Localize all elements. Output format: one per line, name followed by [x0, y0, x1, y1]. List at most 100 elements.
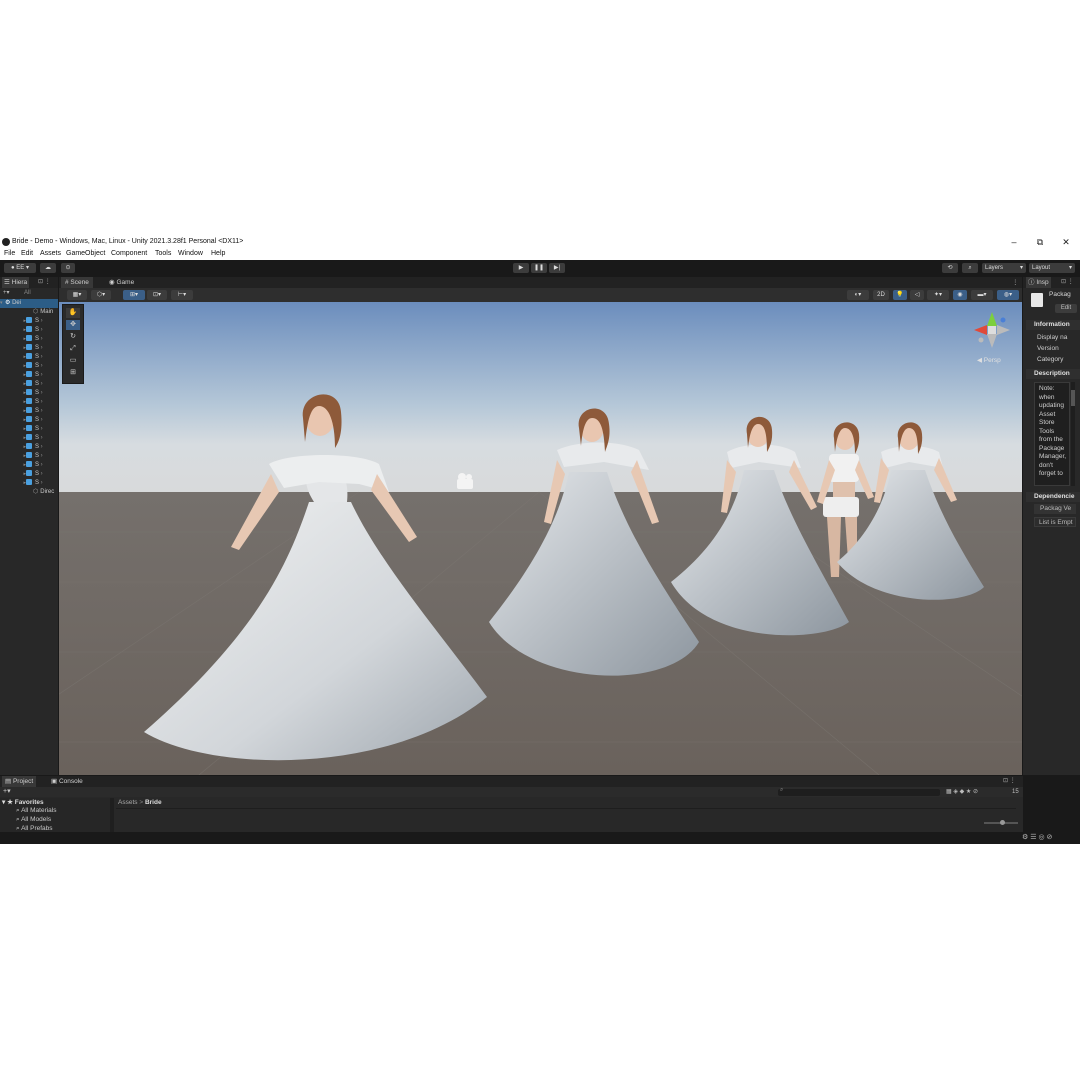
- collab-button[interactable]: ⊙: [61, 263, 75, 273]
- hierarchy-item[interactable]: ▸ S ›: [0, 326, 58, 335]
- more-icon[interactable]: ⋮: [1012, 277, 1019, 288]
- hierarchy-item[interactable]: ▸ S ›: [0, 443, 58, 452]
- breadcrumb-bride[interactable]: Bride: [145, 799, 162, 806]
- camera-dropdown[interactable]: ▬▾: [971, 290, 993, 300]
- tab-hierarchy[interactable]: ☰ Hiera: [2, 277, 30, 288]
- favorite-all-materials[interactable]: ⌕ All Materials: [16, 807, 57, 815]
- hierarchy-item[interactable]: ▸ S ›: [0, 371, 58, 380]
- prefab-open-icon[interactable]: ›: [39, 453, 43, 459]
- prefab-open-icon[interactable]: ›: [39, 462, 43, 468]
- render-mode-dropdown[interactable]: ⬡▾: [91, 290, 111, 300]
- tab-game[interactable]: ◉ Game: [105, 277, 138, 288]
- hierarchy-item[interactable]: ▸ S ›: [0, 479, 58, 488]
- snap-dropdown[interactable]: ⊡▾: [147, 290, 167, 300]
- lighting-toggle[interactable]: 💡: [893, 290, 907, 300]
- menu-component[interactable]: Component: [111, 248, 147, 260]
- favorites-label[interactable]: ▾ ★ Favorites: [2, 798, 44, 806]
- hierarchy-item[interactable]: ▸ S ›: [0, 317, 58, 326]
- hierarchy-item[interactable]: ▸ S ›: [0, 353, 58, 362]
- move-tool-icon[interactable]: ✥: [66, 320, 80, 330]
- transform-tool-icon[interactable]: ⊞: [66, 368, 80, 378]
- prefab-open-icon[interactable]: ›: [39, 354, 43, 360]
- hierarchy-item[interactable]: ▸ S ›: [0, 389, 58, 398]
- grid-toggle[interactable]: ⊞▾: [123, 290, 145, 300]
- hand-tool-icon[interactable]: ✋: [66, 308, 80, 318]
- hierarchy-item[interactable]: ▸ S ›: [0, 344, 58, 353]
- menu-file[interactable]: File: [4, 248, 15, 260]
- filter-icons[interactable]: ▦ ◈ ◆ ★ ⊘: [946, 787, 978, 797]
- add-asset-icon[interactable]: +▾: [3, 787, 11, 797]
- hierarchy-item[interactable]: ▸ S ›: [0, 335, 58, 344]
- prefab-open-icon[interactable]: ›: [39, 471, 43, 477]
- menu-tools[interactable]: Tools: [155, 248, 171, 260]
- prefab-open-icon[interactable]: ›: [39, 480, 43, 486]
- draw-mode-dropdown[interactable]: ▦▾: [67, 290, 87, 300]
- hierarchy-item[interactable]: ▸ S ›: [0, 461, 58, 470]
- close-button[interactable]: ✕: [1059, 236, 1073, 248]
- hierarchy-item[interactable]: ⬡ Main: [0, 308, 58, 317]
- favorites-scrollbar[interactable]: [110, 798, 114, 832]
- favorite-all-models[interactable]: ⌕ All Models: [16, 816, 51, 824]
- rotate-tool-icon[interactable]: ↻: [66, 332, 80, 342]
- account-dropdown[interactable]: ● EE ▾: [4, 263, 36, 273]
- prefab-open-icon[interactable]: ›: [39, 363, 43, 369]
- prefab-open-icon[interactable]: ›: [39, 318, 43, 324]
- tab-console[interactable]: ▣ Console: [48, 776, 86, 787]
- hierarchy-item[interactable]: ▸ S ›: [0, 452, 58, 461]
- minimize-button[interactable]: –: [1007, 236, 1021, 248]
- project-search-input[interactable]: ⌕: [778, 787, 940, 796]
- menu-window[interactable]: Window: [178, 248, 203, 260]
- breadcrumb-assets[interactable]: Assets: [118, 799, 138, 806]
- step-button[interactable]: ▶|: [549, 263, 565, 273]
- prefab-open-icon[interactable]: ›: [39, 426, 43, 432]
- menu-gameobject[interactable]: GameObject: [66, 248, 105, 260]
- maximize-button[interactable]: ⧉: [1033, 236, 1047, 248]
- play-button[interactable]: ▶: [513, 263, 529, 273]
- audio-toggle[interactable]: ◁: [910, 290, 924, 300]
- toggle-2d-button[interactable]: 2D: [873, 290, 889, 300]
- prefab-open-icon[interactable]: ›: [39, 435, 43, 441]
- menu-assets[interactable]: Assets: [40, 248, 61, 260]
- hierarchy-item[interactable]: ⬡ Direc: [0, 488, 58, 497]
- menu-edit[interactable]: Edit: [21, 248, 33, 260]
- add-icon[interactable]: +▾: [3, 289, 10, 298]
- camera-gizmo-icon[interactable]: [457, 473, 473, 489]
- prefab-open-icon[interactable]: ›: [39, 327, 43, 333]
- hidden-objects-toggle[interactable]: ◉: [953, 290, 967, 300]
- edit-button[interactable]: Edit: [1055, 304, 1077, 313]
- gizmos-dropdown[interactable]: ◍▾: [997, 290, 1019, 300]
- menu-help[interactable]: Help: [211, 248, 225, 260]
- prefab-open-icon[interactable]: ›: [39, 408, 43, 414]
- hierarchy-item[interactable]: ▸ S ›: [0, 416, 58, 425]
- status-icons[interactable]: ⚙ ☰ ◎ ⊘: [1022, 832, 1052, 844]
- tab-project[interactable]: ▤ Project: [2, 776, 37, 787]
- rect-tool-icon[interactable]: ▭: [66, 356, 80, 366]
- hierarchy-item[interactable]: ▸ S ›: [0, 434, 58, 443]
- hierarchy-item[interactable]: ▸ S ›: [0, 398, 58, 407]
- lock-icon[interactable]: ⊡ ⋮: [1061, 277, 1074, 288]
- description-scrollbar[interactable]: [1071, 382, 1075, 486]
- zoom-slider[interactable]: [984, 820, 1018, 825]
- tab-inspector[interactable]: ⓘ Insp: [1026, 277, 1051, 288]
- lock-icon[interactable]: ⊡ ⋮: [38, 277, 51, 288]
- history-button[interactable]: ⟲: [942, 263, 958, 273]
- hierarchy-item[interactable]: ▸ S ›: [0, 362, 58, 371]
- prefab-open-icon[interactable]: ›: [39, 444, 43, 450]
- prefab-open-icon[interactable]: ›: [39, 390, 43, 396]
- effects-dropdown[interactable]: ✦▾: [927, 290, 949, 300]
- prefab-open-icon[interactable]: ›: [39, 345, 43, 351]
- hierarchy-item[interactable]: ▸ S ›: [0, 470, 58, 479]
- hierarchy-item[interactable]: ▸ S ›: [0, 425, 58, 434]
- lock-icon[interactable]: ⊡ ⋮: [1003, 776, 1016, 787]
- layout-dropdown[interactable]: Layout ▾: [1029, 263, 1075, 273]
- prefab-open-icon[interactable]: ›: [39, 336, 43, 342]
- search-button[interactable]: ⌕: [962, 263, 978, 273]
- pause-button[interactable]: ❚❚: [531, 263, 547, 273]
- prefab-open-icon[interactable]: ›: [39, 417, 43, 423]
- layers-dropdown[interactable]: Layers ▾: [982, 263, 1026, 273]
- cloud-button[interactable]: ☁: [40, 263, 56, 273]
- scene-viewport[interactable]: ◀ Persp: [59, 302, 1022, 775]
- hierarchy-item[interactable]: ▸ S ›: [0, 380, 58, 389]
- scale-tool-icon[interactable]: ⤢: [66, 344, 80, 354]
- prefab-open-icon[interactable]: ›: [39, 381, 43, 387]
